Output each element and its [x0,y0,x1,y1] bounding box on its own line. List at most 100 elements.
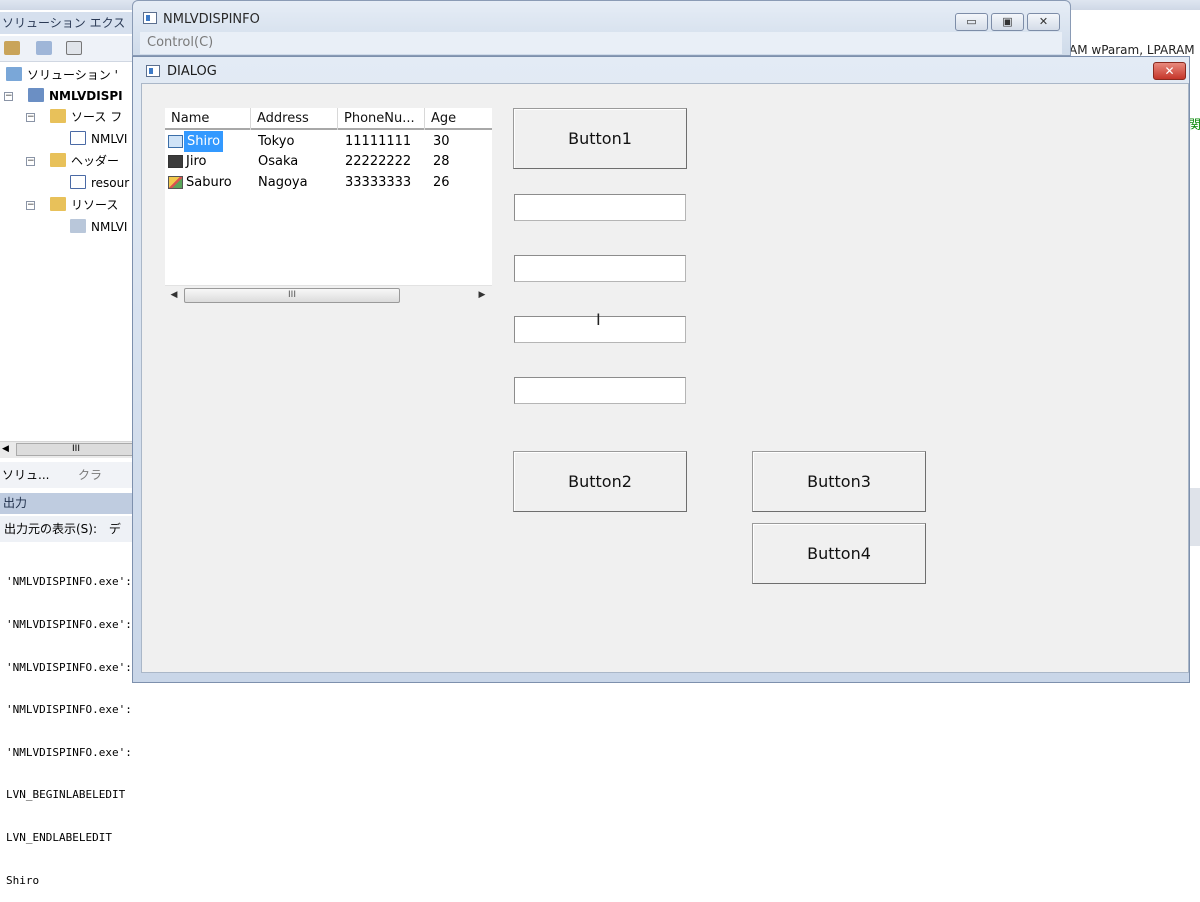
code-editor-edge [1190,10,1200,683]
tree-item-label: NMLVDISPI [49,89,123,103]
output-panel-title: 出力 [0,493,140,514]
button2[interactable]: Button2 [513,451,687,512]
cell-name[interactable]: Jiro [186,151,206,172]
collapse-icon[interactable]: − [4,92,13,101]
explorer-tabs: ソリュ... クラ [0,462,140,488]
show-all-files-icon[interactable] [36,41,52,55]
dialog-title: DIALOG [167,64,217,79]
menu-bar: Control(C) [140,32,1062,54]
output-source-select[interactable]: デ [109,522,121,536]
tab-class-view[interactable]: クラ [78,466,102,483]
folder-icon [50,153,66,167]
window-app-icon [146,65,160,77]
cell-address: Tokyo [258,134,295,149]
tree-item-solution[interactable]: ソリューション ' [6,65,118,85]
output-text: 'NMLVDISPINFO.exe': 'NMLVDISPINFO.exe': … [6,547,132,902]
collapse-icon[interactable]: − [26,113,35,122]
scroll-left-icon[interactable]: ◀ [167,288,181,303]
text-cursor-icon: I [596,310,601,329]
column-header-age[interactable]: Age [425,108,492,130]
code-editor-text: AM wParam, LPARAM [1069,43,1195,57]
tree-item-label: resour [91,176,130,190]
list-row-jiro[interactable]: Jiro Osaka 22222222 28 [165,151,492,172]
cpp-file-icon [70,131,86,145]
output-source-bar: 出力元の表示(S): デ [0,516,140,542]
output-line: 'NMLVDISPINFO.exe': [6,660,132,674]
project-icon [28,88,44,102]
button4[interactable]: Button4 [752,523,926,584]
scroll-right-icon[interactable]: ▶ [475,288,489,303]
tree-item-label: ヘッダー [71,154,120,168]
properties-icon[interactable] [4,41,20,55]
cell-name[interactable]: Saburo [186,172,232,193]
parent-window-title: NMLVDISPINFO [163,12,260,27]
edit-field-4[interactable] [514,377,686,404]
output-line: LVN_BEGINLABELEDIT [6,788,126,802]
cell-age: 30 [433,134,450,149]
list-row-saburo[interactable]: Saburo Nagoya 33333333 26 [165,172,492,193]
menu-control[interactable]: Control(C) [147,35,213,50]
tree-item-header-folder[interactable]: ヘッダー [50,151,119,171]
list-view[interactable]: Name Address PhoneNu... Age Shiro Tokyo … [165,108,492,304]
output-line: 'NMLVDISPINFO.exe': [6,703,132,717]
list-view-header: Name Address PhoneNu... Age [165,108,492,130]
column-header-phone[interactable]: PhoneNu... [338,108,425,130]
solution-icon [6,67,22,81]
tab-solution-explorer[interactable]: ソリュ... [2,466,49,483]
view-code-icon[interactable] [66,41,82,55]
tree-item-header-file[interactable]: resour [70,173,129,193]
list-row-shiro[interactable]: Shiro Tokyo 11111111 30 [165,131,492,152]
collapse-icon[interactable]: − [26,157,35,166]
scrollbar-thumb[interactable]: III [184,288,400,303]
minimize-button[interactable]: ▭ [955,13,988,31]
cell-age: 28 [433,154,450,169]
tree-item-resource-file[interactable]: NMLVI [70,217,127,237]
cell-address: Osaka [258,154,299,169]
collapse-icon[interactable]: − [26,201,35,210]
cell-age: 26 [433,175,450,190]
column-header-name[interactable]: Name [165,108,251,130]
tree-item-resource-folder[interactable]: リソース [50,195,118,215]
tree-item-label: リソース [71,198,119,212]
tree-item-label: NMLVI [91,220,128,234]
tree-item-source-folder[interactable]: ソース フ [50,107,122,127]
header-file-icon [70,175,86,189]
solution-explorer-toolbar [0,36,140,62]
tree-item-label: ソース フ [71,110,123,124]
output-line: 'NMLVDISPINFO.exe': [6,618,132,632]
folder-icon [50,197,66,211]
scroll-left-icon[interactable]: ◀ [2,444,9,454]
button3[interactable]: Button3 [752,451,926,512]
tree-item-label: ソリューション ' [27,68,118,82]
pencil-icon [168,176,183,189]
monitor-icon [168,155,183,168]
solution-explorer-title: ソリューション エクス [0,12,140,34]
output-source-label: 出力元の表示(S): [4,522,98,536]
solution-explorer-scrollbar[interactable]: ◀ III [0,441,140,458]
list-view-hscrollbar[interactable]: ◀ III ▶ [165,285,492,304]
output-line: 'NMLVDISPINFO.exe': [6,745,132,759]
dialog-close-button[interactable]: ✕ [1153,62,1186,80]
cell-phone: 11111111 [345,134,412,149]
close-button[interactable]: ✕ [1027,13,1060,31]
folder-icon [50,109,66,123]
tree-item-cpp-file[interactable]: NMLVI [70,129,127,149]
output-line: Shiro [6,873,40,887]
tree-item-label: NMLVI [91,132,128,146]
maximize-button[interactable]: ▣ [991,13,1024,31]
cell-phone: 22222222 [345,154,412,169]
edit-field-1[interactable] [514,194,686,221]
scrollbar-grip[interactable]: III [16,443,136,456]
cell-name[interactable]: Shiro [184,131,224,152]
column-header-address[interactable]: Address [251,108,338,130]
edit-field-2[interactable] [514,255,686,282]
window-app-icon [143,12,157,24]
cell-phone: 33333333 [345,175,412,190]
tree-item-project[interactable]: NMLVDISPI [28,86,123,106]
output-line: LVN_ENDLABELEDIT [6,831,112,845]
edit-pencil-icon [168,135,183,148]
output-line: 'NMLVDISPINFO.exe': [6,575,132,589]
resource-file-icon [70,219,86,233]
button1[interactable]: Button1 [513,108,687,169]
cell-address: Nagoya [258,175,308,190]
